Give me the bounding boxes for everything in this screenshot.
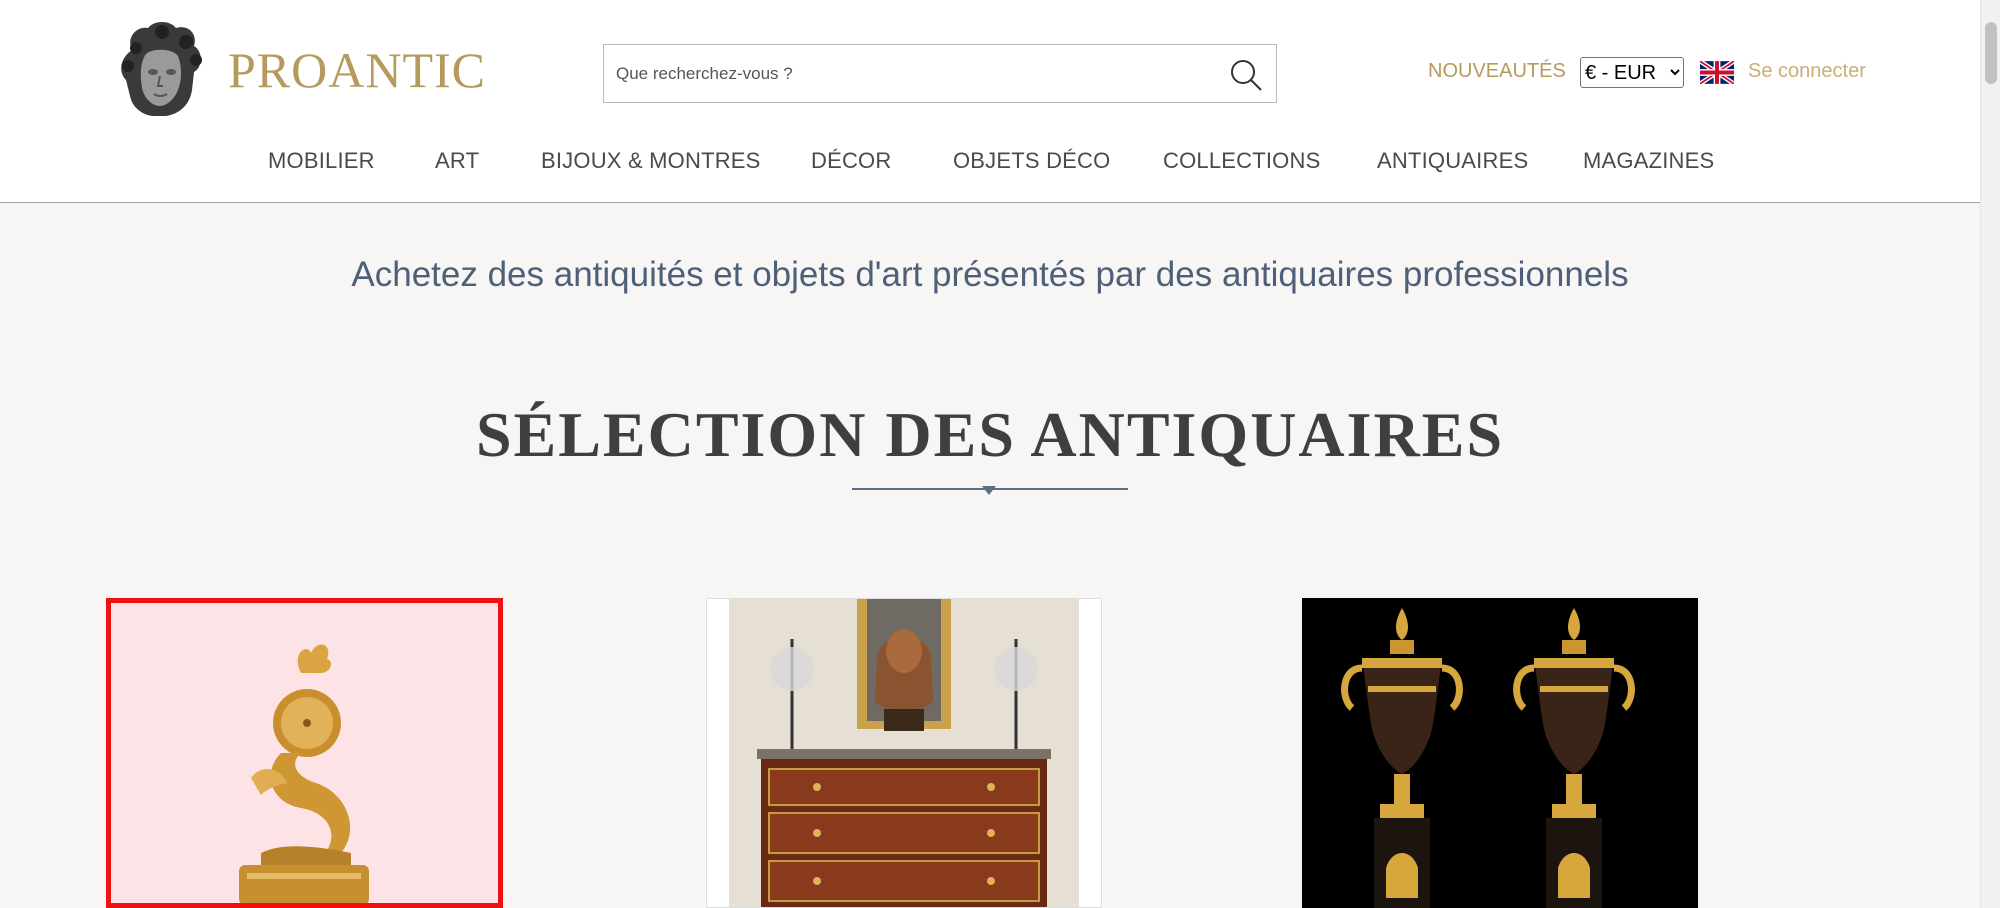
product-card-vases[interactable] <box>1302 598 1698 908</box>
divider-arrow-icon <box>982 486 996 495</box>
product-card-clock[interactable] <box>106 598 503 908</box>
currency-select[interactable]: € - EUR <box>1580 57 1684 88</box>
nav-item-bijoux-montres[interactable]: BIJOUX & MONTRES <box>541 148 761 174</box>
login-link[interactable]: Se connecter <box>1748 60 1866 83</box>
site-header: PROANTIC NOUVEAUTÉS € - EUR Se connecter… <box>0 0 1980 203</box>
nav-item-mobilier[interactable]: MOBILIER <box>268 148 375 174</box>
nav-item-art[interactable]: ART <box>435 148 479 174</box>
uk-flag-icon[interactable] <box>1700 61 1734 84</box>
nav-item-magazines[interactable]: MAGAZINES <box>1583 148 1714 174</box>
product-card-commode[interactable] <box>706 598 1102 908</box>
search-icon[interactable] <box>1228 57 1264 93</box>
search-input[interactable] <box>604 45 1204 102</box>
page-scrollbar[interactable] <box>1980 0 2000 908</box>
gilt-bronze-dolphin-clock-image <box>111 603 498 903</box>
page-tagline: Achetez des antiquités et objets d'art p… <box>351 255 1629 294</box>
scrollbar-thumb[interactable] <box>1985 22 1997 84</box>
mahogany-commode-image <box>707 599 1101 907</box>
brand-name: PROANTIC <box>228 42 487 98</box>
section-title: SÉLECTION DES ANTIQUAIRES <box>475 399 1505 470</box>
sculpted-head-logo-icon <box>121 22 202 116</box>
brand-logo[interactable]: PROANTIC <box>112 20 486 120</box>
nav-item-objets-deco[interactable]: OBJETS DÉCO <box>953 148 1110 174</box>
nav-item-collections[interactable]: COLLECTIONS <box>1163 148 1320 174</box>
bronze-vases-image <box>1302 598 1698 908</box>
main-nav: MOBILIER ART BIJOUX & MONTRES DÉCOR OBJE… <box>0 148 1980 178</box>
nav-item-antiquaires[interactable]: ANTIQUAIRES <box>1377 148 1528 174</box>
search-bar <box>603 44 1277 103</box>
new-arrivals-link[interactable]: NOUVEAUTÉS <box>1428 60 1566 83</box>
nav-item-decor[interactable]: DÉCOR <box>811 148 891 174</box>
